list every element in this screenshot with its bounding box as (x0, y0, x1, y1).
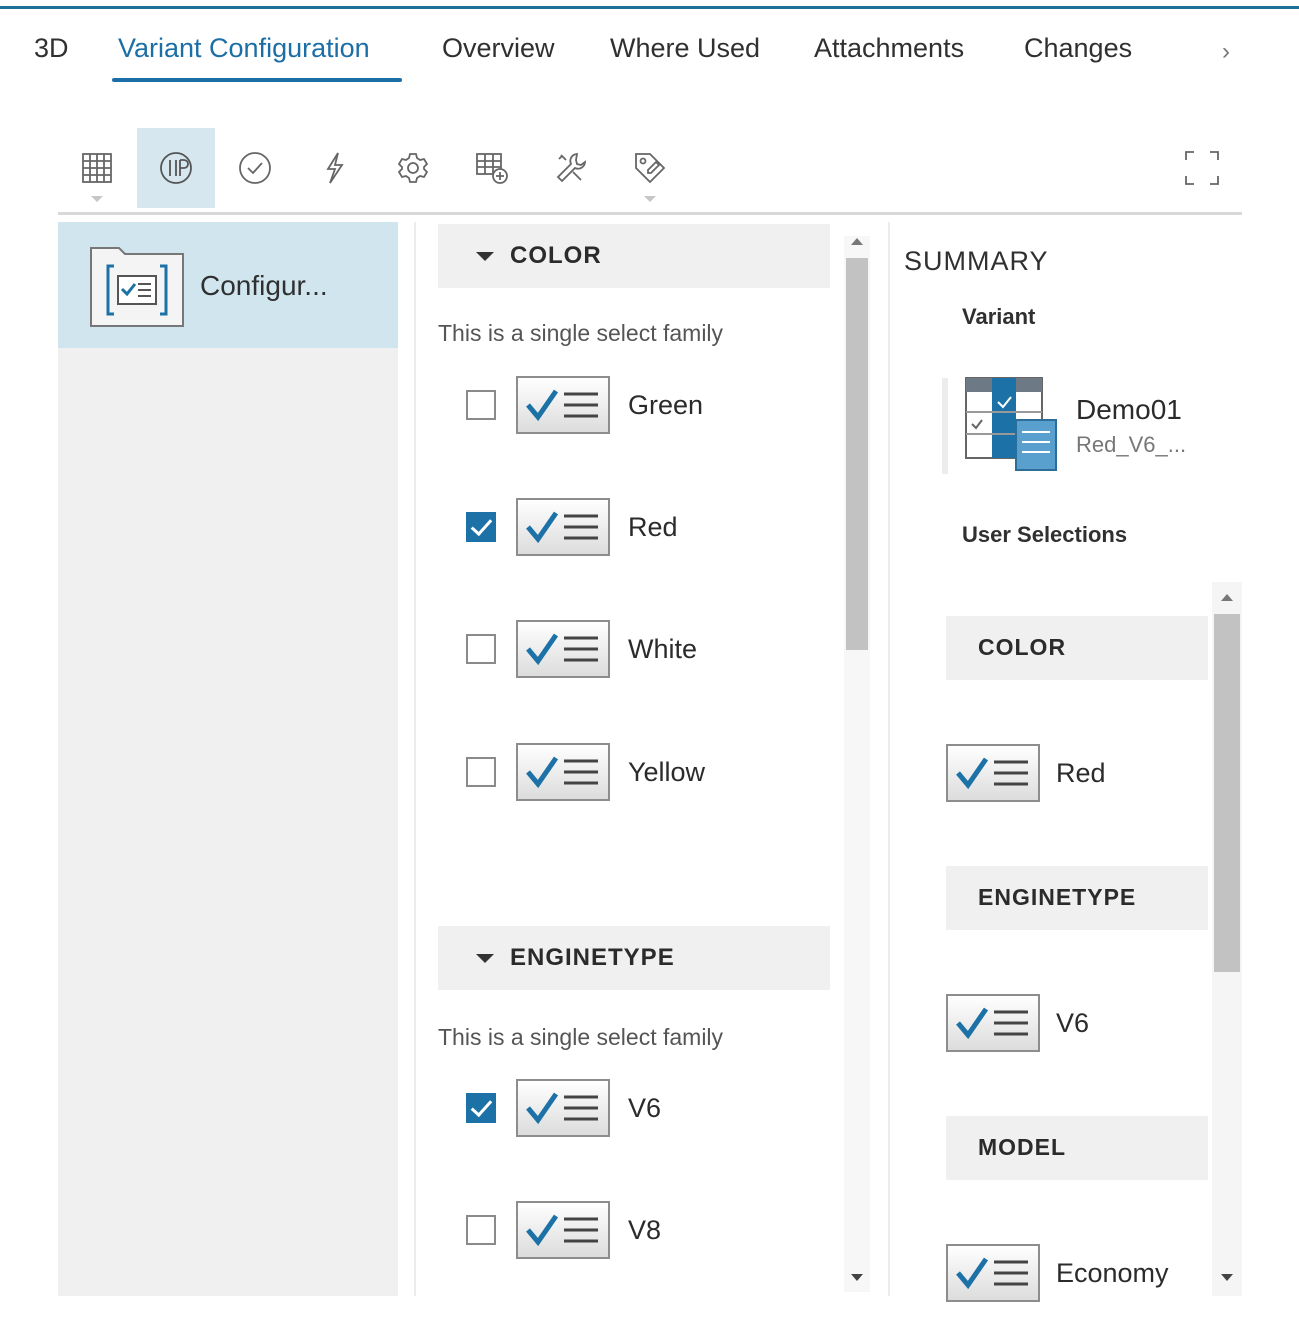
collapse-triangle-icon (476, 252, 494, 261)
top-accent-line (0, 6, 1299, 9)
settings-gear-icon[interactable] (374, 128, 452, 208)
scroll-up-icon[interactable] (851, 238, 863, 245)
scroll-down-icon[interactable] (1221, 1274, 1233, 1281)
variant-description: Red_V6_... (1076, 432, 1187, 457)
variant-option-icon (946, 994, 1040, 1052)
option-row-v8[interactable]: V8 (466, 1201, 826, 1265)
variant-option-icon (516, 498, 610, 556)
tree-item-label: Configur... (200, 270, 328, 301)
option-row-yellow[interactable]: Yellow (466, 743, 826, 807)
option-row-white[interactable]: White (466, 620, 826, 684)
option-checkbox[interactable] (466, 512, 496, 542)
fullscreen-icon[interactable] (1182, 148, 1222, 188)
option-label: White (628, 634, 698, 664)
option-row-red[interactable]: Red (466, 498, 826, 562)
option-label: V8 (628, 1215, 662, 1245)
variant-selection-bar (942, 378, 948, 474)
selection-item: V6 (946, 994, 1206, 1056)
variant-section-label: Variant (962, 304, 1036, 329)
variant-option-icon (946, 1244, 1040, 1302)
grid-view-icon[interactable] (58, 128, 136, 208)
family-header-enginetype[interactable]: ENGINETYPE (438, 926, 830, 990)
family-description: This is a single select family (438, 1024, 724, 1050)
feature-options-icon[interactable] (137, 128, 215, 208)
tools-wrench-icon[interactable] (532, 128, 610, 208)
tab-where-used[interactable]: Where Used (610, 33, 760, 64)
option-checkbox[interactable] (466, 1215, 496, 1245)
panel-divider (888, 222, 890, 1296)
scroll-up-icon[interactable] (1221, 594, 1233, 601)
selection-value: V6 (1056, 1008, 1090, 1038)
family-title: ENGINETYPE (510, 944, 675, 971)
family-header-color[interactable]: COLOR (438, 224, 830, 288)
selection-value: Red (1056, 758, 1106, 788)
option-label: Green (628, 390, 704, 420)
panel-divider (414, 222, 416, 1296)
option-checkbox[interactable] (466, 390, 496, 420)
selection-family-header: MODEL (946, 1116, 1208, 1180)
scroll-down-icon[interactable] (851, 1274, 863, 1281)
add-table-icon[interactable] (453, 128, 531, 208)
option-row-green[interactable]: Green (466, 376, 826, 440)
rules-lightning-icon[interactable] (295, 128, 373, 208)
active-tab-underline (112, 78, 402, 82)
configuration-folder-icon (88, 240, 186, 330)
option-label: Red (628, 512, 678, 542)
dropdown-caret-icon (644, 196, 656, 202)
variant-option-icon (516, 1079, 610, 1137)
option-label: Yellow (628, 757, 706, 787)
variant-option-icon (516, 743, 610, 801)
configuration-tree-panel (58, 222, 398, 1296)
variant-name[interactable]: Demo01 (1076, 394, 1182, 426)
selection-item: Red (946, 744, 1206, 806)
summary-scrollbar-thumb[interactable] (1214, 614, 1240, 972)
toolbar-divider (58, 212, 1242, 215)
selection-item: Economy (946, 1244, 1206, 1306)
option-checkbox[interactable] (466, 757, 496, 787)
family-description: This is a single select family (438, 320, 724, 346)
tab-3d[interactable]: 3D (34, 33, 69, 64)
tab-overview[interactable]: Overview (442, 33, 555, 64)
tabs-next-chevron-icon[interactable]: › (1222, 38, 1230, 66)
selection-family-title: ENGINETYPE (978, 884, 1137, 910)
options-scrollbar-thumb[interactable] (846, 258, 868, 650)
variant-option-icon (516, 620, 610, 678)
selection-family-title: MODEL (978, 1134, 1067, 1160)
selection-family-header: ENGINETYPE (946, 866, 1208, 930)
tab-variant-configuration[interactable]: Variant Configuration (118, 33, 370, 64)
selection-value: Economy (1056, 1258, 1169, 1288)
variant-table-icon (964, 376, 1064, 476)
selection-family-title: COLOR (978, 634, 1067, 660)
tab-attachments[interactable]: Attachments (814, 33, 964, 64)
selection-family-header: COLOR (946, 616, 1208, 680)
collapse-triangle-icon (476, 954, 494, 963)
dropdown-caret-icon (91, 196, 103, 202)
tab-changes[interactable]: Changes (1024, 33, 1132, 64)
variant-option-icon (516, 376, 610, 434)
option-label: V6 (628, 1093, 662, 1123)
option-checkbox[interactable] (466, 634, 496, 664)
option-row-v6[interactable]: V6 (466, 1079, 826, 1143)
option-checkbox[interactable] (466, 1093, 496, 1123)
summary-title: SUMMARY (904, 246, 1049, 276)
user-selections-label: User Selections (962, 522, 1128, 547)
validate-check-icon[interactable] (216, 128, 294, 208)
variant-option-icon (516, 1201, 610, 1259)
variant-option-icon (946, 744, 1040, 802)
tag-edit-icon[interactable] (611, 128, 689, 208)
family-title: COLOR (510, 242, 602, 269)
